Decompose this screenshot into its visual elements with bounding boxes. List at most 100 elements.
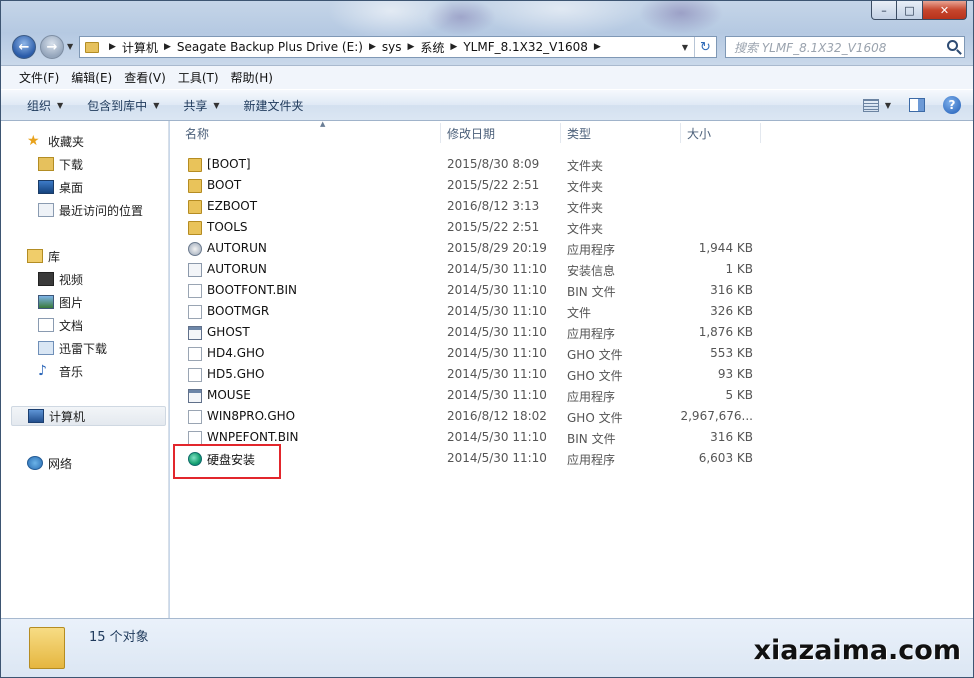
- preview-pane-icon[interactable]: [909, 98, 925, 112]
- menu-tools[interactable]: 工具(T): [172, 69, 225, 86]
- new-folder-button[interactable]: 新建文件夹: [232, 97, 316, 114]
- nav-pictures-label: 图片: [59, 295, 84, 310]
- file-name: BOOTMGR: [207, 304, 270, 318]
- address-bar[interactable]: ▶ 计算机 ▶ Seagate Backup Plus Drive (E:) ▶…: [79, 36, 717, 58]
- nav-desktop[interactable]: 桌面: [38, 177, 83, 197]
- view-options-icon[interactable]: [862, 98, 879, 112]
- file-row-disk-installer[interactable]: 硬盘安装 2014/5/30 11:10 应用程序 6,603 KB: [170, 448, 970, 469]
- file-row[interactable]: HD5.GHO 2014/5/30 11:10 GHO 文件 93 KB: [170, 364, 970, 385]
- folder-icon: [29, 627, 65, 669]
- file-size: 316 KB: [710, 430, 753, 444]
- nav-documents-label: 文档: [59, 318, 84, 333]
- explorer-window: – □ ✕ ← → ▼ ▶ 计算机 ▶ Seagate Backup Plus …: [0, 0, 974, 678]
- history-dropdown-icon[interactable]: ▼: [67, 42, 73, 51]
- menu-edit[interactable]: 编辑(E): [65, 69, 118, 86]
- back-button[interactable]: ←: [12, 35, 36, 59]
- breadcrumb: ▶ 计算机 ▶ Seagate Backup Plus Drive (E:) ▶…: [103, 37, 607, 57]
- file-row[interactable]: BOOT 2015/5/22 2:51 文件夹: [170, 175, 970, 196]
- file-type: 文件夹: [567, 222, 604, 236]
- file-row[interactable]: [BOOT] 2015/8/30 8:09 文件夹: [170, 154, 970, 175]
- nav-videos[interactable]: 视频: [38, 269, 83, 289]
- file-row[interactable]: BOOTMGR 2014/5/30 11:10 文件 326 KB: [170, 301, 970, 322]
- file-row[interactable]: GHOST 2014/5/30 11:10 应用程序 1,876 KB: [170, 322, 970, 343]
- file-row[interactable]: AUTORUN 2014/5/30 11:10 安装信息 1 KB: [170, 259, 970, 280]
- nav-pictures[interactable]: 图片: [38, 292, 83, 312]
- menu-file[interactable]: 文件(F): [13, 69, 65, 86]
- breadcrumb-separator-icon[interactable]: ▶: [401, 42, 420, 52]
- nav-network[interactable]: 网络: [27, 453, 72, 473]
- file-row[interactable]: WIN8PRO.GHO 2016/8/12 18:02 GHO 文件 2,967…: [170, 406, 970, 427]
- organize-label: 组织: [27, 98, 52, 113]
- organize-button[interactable]: 组织 ▼: [15, 97, 75, 114]
- refresh-icon[interactable]: ↻: [694, 37, 716, 57]
- breadcrumb-computer[interactable]: 计算机: [122, 39, 158, 56]
- file-date: 2015/8/30 8:09: [447, 157, 540, 171]
- column-divider[interactable]: [560, 123, 561, 143]
- maximize-button[interactable]: □: [897, 1, 923, 20]
- documents-icon: [38, 318, 54, 332]
- column-divider[interactable]: [680, 123, 681, 143]
- nav-thunder-downloads[interactable]: 迅雷下载: [38, 338, 107, 358]
- breadcrumb-drive[interactable]: Seagate Backup Plus Drive (E:): [177, 40, 363, 54]
- file-date: 2015/5/22 2:51: [447, 178, 540, 192]
- folder-icon: [188, 200, 202, 214]
- menu-view[interactable]: 查看(V): [118, 69, 172, 86]
- breadcrumb-separator-icon[interactable]: ▶: [363, 42, 382, 52]
- file-row[interactable]: TOOLS 2015/5/22 2:51 文件夹: [170, 217, 970, 238]
- library-icon: [27, 249, 43, 263]
- breadcrumb-system[interactable]: 系统: [420, 39, 444, 56]
- breadcrumb-separator-icon[interactable]: ▶: [103, 42, 122, 52]
- column-divider[interactable]: [760, 123, 761, 143]
- file-type: 文件夹: [567, 180, 604, 194]
- file-date: 2014/5/30 11:10: [447, 262, 547, 276]
- arrow-left-icon: ←: [18, 39, 30, 55]
- menu-help[interactable]: 帮助(H): [225, 69, 279, 86]
- column-header-name[interactable]: 名称 ▲: [185, 120, 440, 145]
- breadcrumb-separator-icon[interactable]: ▶: [158, 42, 177, 52]
- file-name: GHOST: [207, 325, 250, 339]
- nav-music[interactable]: ♪ 音乐: [38, 361, 83, 381]
- address-dropdown-icon[interactable]: ▼: [676, 37, 694, 57]
- nav-favorites[interactable]: ★ 收藏夹: [27, 131, 84, 151]
- breadcrumb-separator-icon[interactable]: ▶: [444, 42, 463, 52]
- nav-documents[interactable]: 文档: [38, 315, 83, 335]
- file-size: 1,876 KB: [698, 325, 753, 339]
- file-row[interactable]: HD4.GHO 2014/5/30 11:10 GHO 文件 553 KB: [170, 343, 970, 364]
- file-row[interactable]: EZBOOT 2016/8/12 3:13 文件夹: [170, 196, 970, 217]
- share-button[interactable]: 共享 ▼: [171, 97, 231, 114]
- close-button[interactable]: ✕: [923, 1, 967, 20]
- nav-computer[interactable]: 计算机: [11, 406, 166, 426]
- column-header-type[interactable]: 类型: [567, 121, 667, 145]
- file-row[interactable]: BOOTFONT.BIN 2014/5/30 11:10 BIN 文件 316 …: [170, 280, 970, 301]
- help-icon[interactable]: ?: [943, 96, 961, 114]
- file-row[interactable]: WNPEFONT.BIN 2014/5/30 11:10 BIN 文件 316 …: [170, 427, 970, 448]
- search-input[interactable]: 搜索 YLMF_8.1X32_V1608: [725, 36, 965, 58]
- network-icon: [27, 456, 43, 470]
- file-row[interactable]: MOUSE 2014/5/30 11:10 应用程序 5 KB: [170, 385, 970, 406]
- thunder-downloads-icon: [38, 341, 54, 355]
- computer-icon: [28, 409, 44, 423]
- minimize-button[interactable]: –: [871, 1, 897, 20]
- chevron-down-icon[interactable]: ▼: [885, 101, 891, 110]
- column-header-size[interactable]: 大小: [687, 121, 757, 145]
- forward-button[interactable]: →: [40, 35, 64, 59]
- file-type: 应用程序: [567, 390, 616, 404]
- search-icon[interactable]: [947, 40, 958, 51]
- folder-icon: [85, 41, 99, 53]
- file-date: 2014/5/30 11:10: [447, 451, 547, 465]
- music-icon: ♪: [38, 363, 47, 379]
- nav-downloads[interactable]: 下载: [38, 154, 83, 174]
- nav-computer-label: 计算机: [49, 409, 86, 424]
- nav-recent-places[interactable]: 最近访问的位置: [38, 200, 143, 220]
- file-row[interactable]: AUTORUN 2015/8/29 20:19 应用程序 1,944 KB: [170, 238, 970, 259]
- column-header-date[interactable]: 修改日期: [447, 121, 557, 145]
- breadcrumb-current-folder[interactable]: YLMF_8.1X32_V1608: [463, 40, 588, 54]
- column-divider[interactable]: [440, 123, 441, 143]
- nav-recent-places-label: 最近访问的位置: [59, 203, 144, 218]
- nav-libraries[interactable]: 库: [27, 246, 60, 266]
- breadcrumb-separator-icon[interactable]: ▶: [588, 42, 607, 52]
- breadcrumb-sys[interactable]: sys: [382, 40, 402, 54]
- include-in-library-button[interactable]: 包含到库中 ▼: [75, 97, 171, 114]
- new-folder-label: 新建文件夹: [243, 98, 304, 113]
- nav-desktop-label: 桌面: [59, 180, 84, 195]
